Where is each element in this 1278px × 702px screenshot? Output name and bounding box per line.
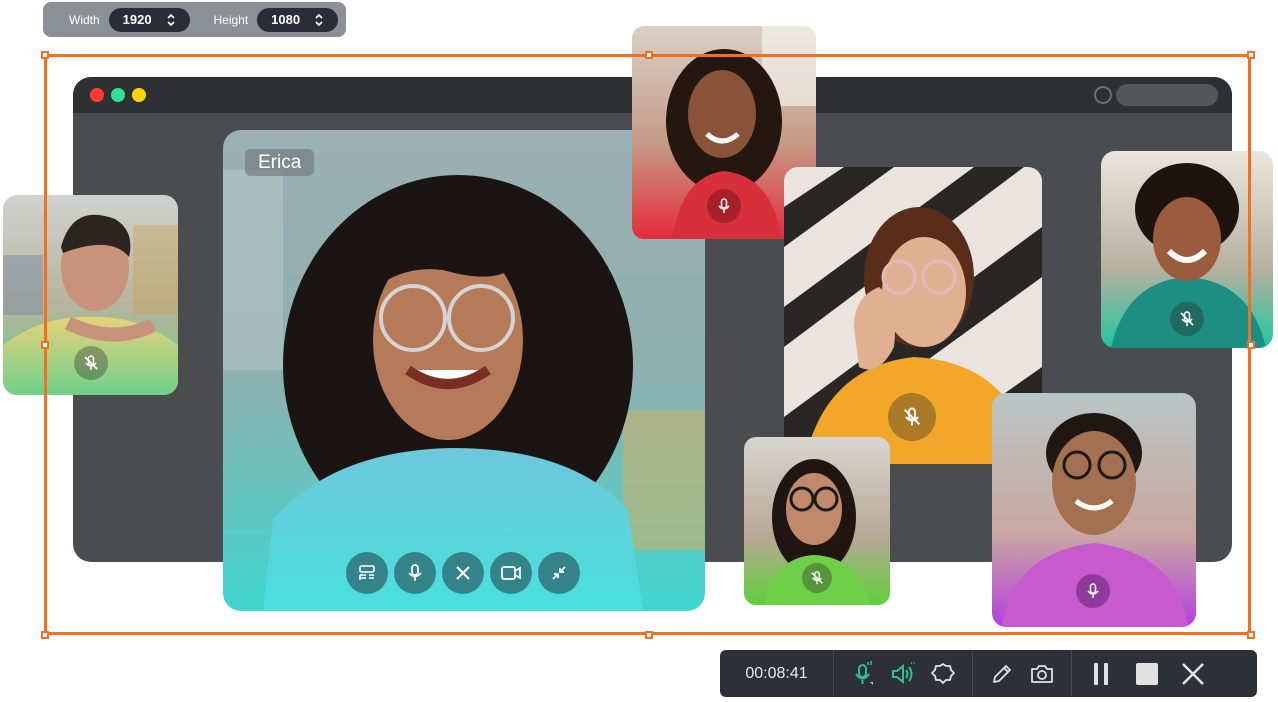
screenshot-button[interactable] [1027, 659, 1057, 689]
microphone-icon [718, 198, 730, 213]
microphone-icon [1087, 583, 1099, 598]
recording-timer: 00:08:41 [745, 664, 808, 682]
width-stepper-icon[interactable] [166, 12, 176, 28]
resize-handle-left[interactable] [41, 341, 49, 349]
muted-mic-icon[interactable] [1170, 302, 1204, 336]
pause-button[interactable] [1086, 659, 1116, 689]
muted-mic-icon[interactable] [74, 346, 108, 380]
stop-button[interactable] [1132, 659, 1162, 689]
draw-button[interactable] [987, 659, 1017, 689]
participant-tile-bottom-right[interactable] [992, 393, 1196, 627]
height-value: 1080 [271, 12, 301, 27]
resize-handle-right[interactable] [1247, 341, 1255, 349]
close-window-dot[interactable] [90, 88, 104, 102]
width-value: 1920 [122, 12, 152, 27]
height-label: Height [213, 12, 249, 27]
close-button[interactable] [1178, 659, 1208, 689]
minimize-window-dot[interactable] [111, 88, 125, 102]
webcam-settings-icon [931, 662, 955, 684]
resize-handle-bottom-left[interactable] [41, 631, 49, 639]
height-input[interactable]: 1080 [257, 7, 338, 32]
browser-address-bar[interactable] [1116, 84, 1218, 106]
annotation-controls [973, 659, 1071, 689]
muted-mic-icon[interactable] [802, 563, 832, 593]
microphone-badge[interactable] [707, 189, 741, 223]
camera-icon [1031, 664, 1053, 683]
webcam-toggle[interactable] [928, 659, 958, 689]
capture-size-bar: Width 1920 Height 1080 [43, 2, 346, 37]
close-icon [1182, 662, 1204, 685]
stop-icon [1136, 662, 1158, 685]
recording-controls [1072, 659, 1222, 689]
participant-name-tag: Erica [245, 149, 315, 176]
microphone-icon [855, 660, 873, 685]
minimize-icon [552, 566, 566, 580]
participant-tile-small[interactable] [744, 437, 890, 605]
system-audio-toggle[interactable] [888, 659, 918, 689]
minimize-button[interactable] [538, 552, 580, 594]
end-call-button[interactable] [442, 552, 484, 594]
resize-handle-bottom-right[interactable] [1247, 631, 1255, 639]
camera-icon [501, 566, 521, 580]
participant-tile-left[interactable] [3, 195, 178, 395]
maximize-window-dot[interactable] [132, 88, 146, 102]
microphone-badge[interactable] [1076, 574, 1110, 608]
resize-handle-top-left[interactable] [41, 51, 49, 59]
layout-button[interactable] [346, 552, 388, 594]
microphone-icon [408, 564, 422, 581]
muted-mic-icon[interactable] [888, 393, 936, 441]
resize-handle-top-right[interactable] [1247, 51, 1255, 59]
microphone-button[interactable] [394, 552, 436, 594]
width-input[interactable]: 1920 [108, 7, 190, 32]
width-label: Width [69, 12, 100, 27]
call-controls [346, 552, 580, 594]
camera-button[interactable] [490, 552, 532, 594]
resize-handle-bottom[interactable] [645, 631, 653, 639]
speaker-icon [892, 661, 915, 684]
microphone-toggle[interactable] [848, 659, 878, 689]
audio-controls [834, 659, 972, 689]
recording-toolbar: 00:08:41 [720, 650, 1257, 697]
resize-handle-top[interactable] [645, 51, 653, 59]
participant-tile-right[interactable] [1101, 151, 1273, 348]
browser-menu-icon[interactable] [1094, 86, 1112, 104]
pause-icon [1094, 662, 1108, 685]
close-icon [456, 566, 470, 580]
pencil-icon [993, 664, 1011, 683]
height-stepper-icon[interactable] [314, 12, 324, 28]
layout-icon [359, 565, 375, 580]
